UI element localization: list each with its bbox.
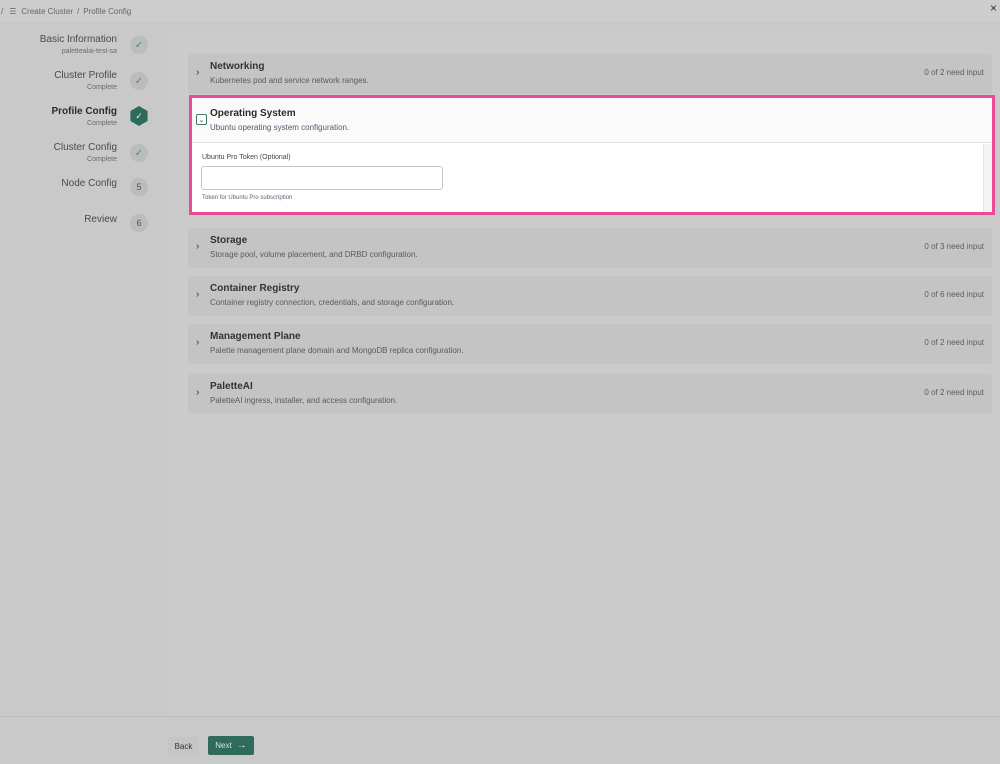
check-icon: ✓ [130, 106, 148, 126]
section-title: Storage [210, 235, 248, 246]
check-icon: ✓ [130, 36, 148, 54]
back-button[interactable]: Back [168, 737, 199, 755]
section-status: 0 of 2 need input [924, 388, 984, 397]
section-management-plane[interactable]: › Management Plane Palette management pl… [188, 324, 992, 364]
step-node-config[interactable]: Node Config 5 [0, 177, 160, 213]
chevron-right-icon: › [196, 387, 200, 398]
step-profile-config[interactable]: Profile Config Complete ✓ [0, 105, 160, 141]
section-status: 0 of 3 need input [924, 242, 984, 251]
step-subtitle: palettealai-test-sa [61, 48, 117, 55]
step-number-badge: 5 [130, 178, 148, 196]
step-review[interactable]: Review 6 [0, 213, 160, 249]
next-button-label: Next [215, 741, 232, 750]
check-icon: ✓ [130, 144, 148, 162]
section-title: Operating System [210, 108, 296, 119]
breadcrumb-item-create-cluster[interactable]: Create Cluster [21, 7, 73, 16]
footer-bar: Back Next → [0, 716, 1000, 764]
step-title: Node Config [61, 178, 117, 189]
section-title: Container Registry [210, 283, 300, 294]
section-title: Networking [210, 61, 265, 72]
section-description: Container registry connection, credentia… [210, 298, 455, 307]
chevron-right-icon: › [196, 241, 200, 252]
breadcrumb-lead: / [1, 6, 4, 16]
step-title: Review [84, 214, 117, 225]
top-bar: / ☰ Create Cluster / Profile Config × [0, 0, 1000, 22]
breadcrumb-item-profile-config: Profile Config [83, 6, 132, 16]
wizard-sidebar: Basic Information palettealai-test-sa ✓ … [0, 22, 168, 726]
step-basic-information[interactable]: Basic Information palettealai-test-sa ✓ [0, 33, 160, 69]
chevron-right-icon: › [196, 337, 200, 348]
ubuntu-pro-token-label: Ubuntu Pro Token (Optional) [202, 154, 291, 161]
section-operating-system: ⌄ Operating System Ubuntu operating syst… [189, 95, 995, 215]
step-subtitle: Complete [87, 156, 117, 163]
chevron-down-icon[interactable]: ⌄ [196, 114, 207, 125]
check-icon: ✓ [130, 72, 148, 90]
section-body: Ubuntu Pro Token (Optional) Token for Ub… [192, 144, 992, 212]
section-status: 0 of 6 need input [924, 290, 984, 299]
grid-icon: ☰ [9, 6, 17, 16]
section-description: PaletteAI ingress, installer, and access… [210, 396, 398, 405]
section-description: Storage pool, volume placement, and DRBD… [210, 250, 418, 259]
section-status: 0 of 2 need input [924, 68, 984, 77]
next-button[interactable]: Next → [208, 736, 254, 755]
section-description: Ubuntu operating system configuration. [210, 123, 350, 132]
section-title: Management Plane [210, 331, 301, 342]
section-description: Palette management plane domain and Mong… [210, 346, 464, 355]
step-subtitle: Complete [87, 120, 117, 127]
scrollbar[interactable] [983, 144, 992, 212]
arrow-right-icon: → [236, 740, 247, 751]
section-storage[interactable]: › Storage Storage pool, volume placement… [188, 228, 992, 268]
chevron-right-icon: › [196, 67, 200, 78]
section-paletteai[interactable]: › PaletteAI PaletteAI ingress, installer… [188, 374, 992, 414]
close-icon[interactable]: × [990, 1, 997, 15]
section-status: 0 of 2 need input [924, 338, 984, 347]
step-title: Cluster Config [53, 142, 117, 153]
section-description: Kubernetes pod and service network range… [210, 76, 369, 85]
step-cluster-config[interactable]: Cluster Config Complete ✓ [0, 141, 160, 177]
step-title: Cluster Profile [54, 70, 117, 81]
step-title: Basic Information [39, 34, 117, 45]
section-header[interactable]: ⌄ Operating System Ubuntu operating syst… [192, 98, 992, 143]
step-subtitle: Complete [87, 84, 117, 91]
chevron-right-icon: › [196, 289, 200, 300]
ubuntu-pro-token-input[interactable] [201, 166, 443, 190]
section-title: PaletteAI [210, 381, 253, 392]
step-number-badge: 6 [130, 214, 148, 232]
step-title: Profile Config [51, 106, 117, 117]
section-container-registry[interactable]: › Container Registry Container registry … [188, 276, 992, 316]
breadcrumb-separator: / [76, 6, 80, 16]
ubuntu-pro-token-help: Token for Ubuntu Pro subscription [202, 195, 293, 201]
step-cluster-profile[interactable]: Cluster Profile Complete ✓ [0, 69, 160, 105]
section-networking[interactable]: › Networking Kubernetes pod and service … [188, 54, 992, 94]
